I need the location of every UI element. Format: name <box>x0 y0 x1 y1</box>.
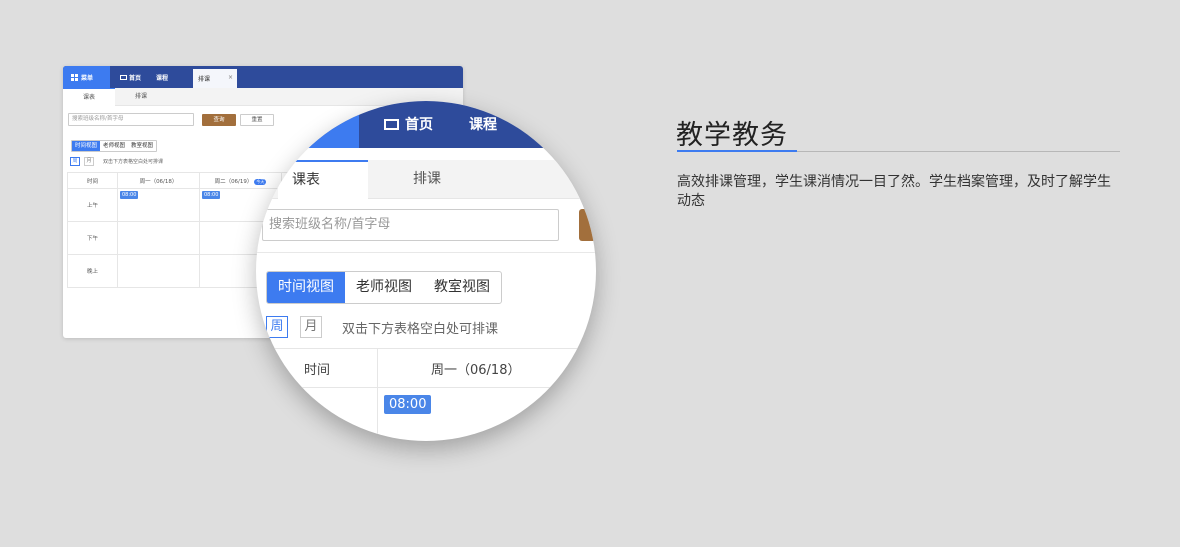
zoom-month-toggle: 月 <box>300 316 322 338</box>
zoom-classroom-view: 教室视图 <box>434 279 490 295</box>
monitor-icon <box>384 118 399 130</box>
open-tab-schedule[interactable]: 排课 × <box>193 69 237 88</box>
slot-cell[interactable] <box>117 254 200 288</box>
zoom-tab-scheduling: 排课 <box>413 171 441 187</box>
zoom-teacher-view: 老师视图 <box>356 279 412 295</box>
week-toggle[interactable]: 周 <box>70 157 80 166</box>
magnifier-lens: 首页 课程 课表 排课 搜索班级名称/首字母 时间视图 老师视图 教室视图 周 … <box>256 101 596 441</box>
title-accent-line <box>677 150 797 152</box>
schedule-hint: 双击下方表格空白处可排课 <box>103 159 164 165</box>
slot-time-badge[interactable]: 08:00 <box>202 191 221 199</box>
classroom-view-button[interactable]: 教室视图 <box>128 141 156 151</box>
zoom-hint: 双击下方表格空白处可排课 <box>342 322 499 337</box>
zoom-query-button-edge <box>579 209 596 241</box>
row-label-evening: 晚上 <box>67 254 118 288</box>
zoom-column-divider <box>377 348 378 441</box>
zoom-time-view: 时间视图 <box>267 272 345 303</box>
zoom-nav-home: 首页 <box>384 114 433 134</box>
zoom-nav-home-label: 首页 <box>405 117 433 133</box>
zoom-menu-area <box>256 101 359 148</box>
slot-cell[interactable] <box>117 221 200 255</box>
monitor-icon <box>120 74 127 80</box>
header-time: 时间 <box>67 172 118 189</box>
nav-home[interactable]: 首页 <box>120 66 141 88</box>
row-label-afternoon: 下午 <box>67 221 118 255</box>
zoom-divider <box>256 252 596 253</box>
zoom-nav-course: 课程 <box>469 117 497 133</box>
slot-time-badge[interactable]: 08:00 <box>120 191 139 199</box>
zoom-tab-timetable: 课表 <box>278 160 368 199</box>
zoom-view-switcher: 时间视图 老师视图 教室视图 <box>266 271 502 304</box>
grid-icon <box>71 73 78 81</box>
zoom-week-toggle: 周 <box>266 316 288 338</box>
time-view-button[interactable]: 时间视图 <box>72 141 101 151</box>
query-button[interactable]: 查询 <box>202 114 236 126</box>
close-icon[interactable]: × <box>228 74 233 81</box>
open-tab-label: 排课 <box>198 76 211 83</box>
feature-title: 教学教务 <box>676 120 788 151</box>
slot-cell[interactable]: 08:00 <box>117 188 200 222</box>
search-input[interactable]: 搜索班级名称/首字母 <box>68 113 194 126</box>
row-label-morning: 上午 <box>67 188 118 222</box>
top-nav-bar: 菜单 首页 课程 排课 × <box>63 66 463 88</box>
zoom-header-monday: 周一（06/18） <box>431 363 521 378</box>
zoom-search-input: 搜索班级名称/首字母 <box>262 209 559 241</box>
header-monday: 周一（06/18） <box>117 172 200 189</box>
menu-label: 菜单 <box>81 74 94 82</box>
view-switcher: 时间视图 老师视图 教室视图 <box>71 140 158 152</box>
tab-timetable[interactable]: 课表 <box>63 88 115 106</box>
feature-description: 高效排课管理，学生课消情况一目了然。学生档案管理，及时了解学生动态 <box>677 174 1111 209</box>
header-tuesday-label: 周二（06/19） <box>214 178 253 185</box>
zoom-sub-tabs: 课表 排课 <box>256 160 596 199</box>
zoom-header-time: 时间 <box>304 363 331 378</box>
tab-scheduling[interactable]: 排课 <box>115 88 167 106</box>
month-toggle[interactable]: 月 <box>84 157 94 166</box>
menu-button[interactable]: 菜单 <box>63 66 110 88</box>
zoom-slot-time-badge: 08:00 <box>384 395 432 414</box>
nav-course[interactable]: 课程 <box>156 66 168 88</box>
nav-home-label: 首页 <box>129 74 142 82</box>
teacher-view-button[interactable]: 老师视图 <box>100 141 128 151</box>
